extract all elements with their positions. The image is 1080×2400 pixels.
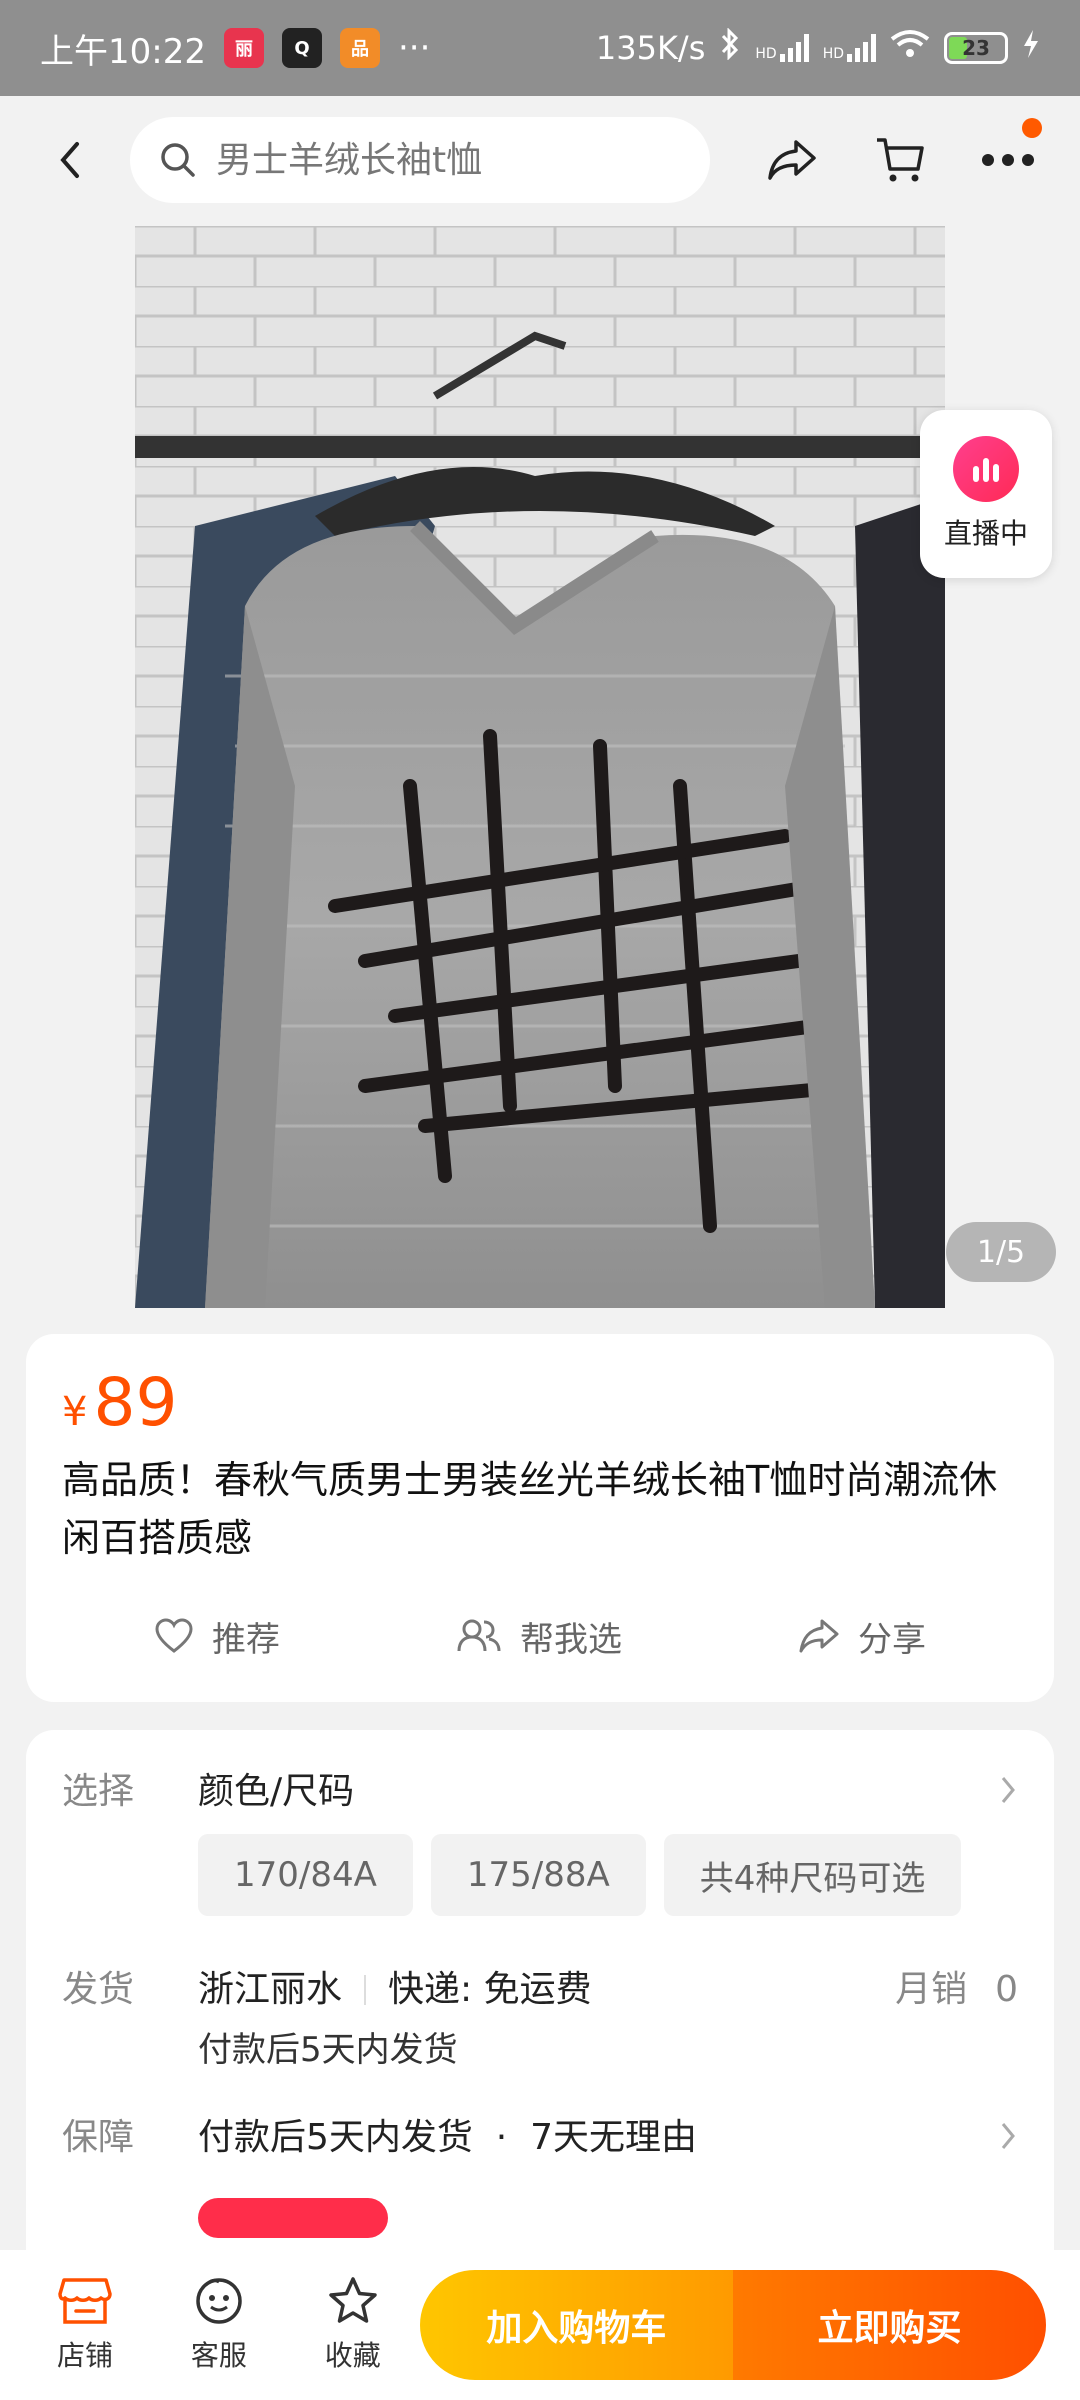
select-label: 选择: [62, 1771, 135, 1812]
divider: [364, 1975, 367, 2005]
status-left: 上午10:22 丽 Q 品 ···: [40, 24, 430, 73]
signal-icon-1: HD: [755, 34, 809, 62]
add-to-cart-button[interactable]: 加入购物车: [419, 2270, 733, 2380]
favorite-tab[interactable]: 收藏: [286, 2276, 420, 2374]
share-label: 分享: [858, 1619, 926, 1660]
bluetooth-icon: [719, 27, 741, 68]
size-chip-more[interactable]: 共4种尺码可选: [663, 1834, 962, 1916]
live-stream-button[interactable]: 直播中: [920, 410, 1052, 578]
status-app-icon-1: 丽: [223, 28, 264, 68]
share-button[interactable]: [760, 128, 824, 192]
more-button[interactable]: [976, 118, 1042, 192]
service-tab[interactable]: 客服: [152, 2276, 286, 2374]
nav-icons: [760, 118, 1042, 192]
image-page-indicator: 1/5: [946, 1222, 1056, 1282]
battery-icon: 23: [944, 32, 1008, 64]
more-dots-icon: [982, 154, 1034, 166]
star-icon: [329, 2277, 377, 2323]
promo-row[interactable]: [62, 2198, 1018, 2238]
size-chip-175[interactable]: 175/88A: [430, 1834, 646, 1916]
customer-service-icon: [196, 2278, 242, 2324]
status-app-icon-3: 品: [339, 28, 380, 68]
monthly-label: 月销: [895, 1969, 968, 2010]
ship-from: 浙江丽水: [198, 1969, 343, 2010]
ship-method: 快递: 免运费: [388, 1969, 592, 2010]
status-time: 上午10:22: [40, 31, 206, 72]
live-bars-icon: [953, 436, 1019, 502]
favorite-label: 收藏: [324, 2339, 381, 2372]
action-row: 推荐 帮我选 分享: [26, 1596, 1054, 1676]
recommend-label: 推荐: [212, 1619, 280, 1660]
status-right: 135K/s HD HD 23: [595, 27, 1040, 68]
monthly-value: 0: [995, 1969, 1018, 2010]
ship-time: 付款后5天内发货: [198, 2030, 458, 2070]
share-arrow-icon: [768, 140, 816, 180]
search-box[interactable]: [130, 117, 710, 203]
network-speed: 135K/s: [595, 29, 706, 67]
signal-icon-2: HD: [823, 34, 876, 62]
nav-bar: [0, 96, 1080, 224]
cart-button[interactable]: [868, 128, 932, 192]
hd-label-1: HD: [755, 46, 777, 62]
shop-label: 店铺: [56, 2339, 113, 2372]
monthly-sales: 月销 0: [895, 1964, 1018, 2016]
product-title: 高品质！春秋气质男士男装丝光羊绒长袖T恤时尚潮流休闲百搭质感: [62, 1458, 998, 1560]
cart-icon: [877, 138, 924, 182]
service-label: 客服: [190, 2339, 247, 2372]
status-more: ···: [397, 28, 431, 68]
charging-icon: [1022, 29, 1040, 67]
chevron-right-icon: [1001, 2123, 1015, 2149]
shipping-row: 发货 浙江丽水 快递: 免运费 月销 0 付款后5天内发货: [62, 1964, 1018, 2076]
guarantee-row[interactable]: 保障 付款后5天内发货 · 7天无理由: [62, 2112, 1018, 2164]
battery-level: 23: [962, 36, 990, 60]
shop-icon: [58, 2278, 112, 2324]
product-image[interactable]: [135, 226, 945, 1308]
select-value: 颜色/尺码: [198, 1771, 355, 1812]
heart-icon: [155, 1618, 193, 1653]
price: ¥ 89: [62, 1364, 1018, 1441]
recommend-button[interactable]: 推荐: [154, 1612, 280, 1661]
search-input[interactable]: [216, 139, 676, 181]
chevron-right-icon: [1001, 1777, 1015, 1803]
cta-group: 加入购物车 立即购买: [419, 2270, 1047, 2380]
guarantee-label: 保障: [62, 2117, 135, 2158]
guarantee-value: 付款后5天内发货 · 7天无理由: [198, 2117, 698, 2158]
search-icon: [161, 143, 195, 177]
share-arrow-icon: [799, 1619, 839, 1653]
help-choose-button[interactable]: 帮我选: [456, 1612, 622, 1661]
status-bar: 上午10:22 丽 Q 品 ··· 135K/s HD HD 23: [0, 0, 1080, 96]
promo-tag: [198, 2198, 388, 2238]
price-value: 89: [93, 1364, 178, 1441]
people-icon: [457, 1619, 501, 1652]
bottom-action-bar: 店铺 客服 收藏 加入购物车 立即购买: [0, 2250, 1080, 2400]
share-product-button[interactable]: 分享: [798, 1612, 926, 1661]
chevron-left-icon: [60, 142, 79, 178]
back-button[interactable]: [30, 120, 110, 200]
notification-dot: [1022, 118, 1042, 138]
shop-tab[interactable]: 店铺: [18, 2276, 152, 2374]
details-card: 选择 颜色/尺码 170/84A 175/88A 共4种尺码可选 发货 浙江丽水…: [26, 1730, 1054, 2290]
hd-label-2: HD: [822, 46, 844, 62]
live-label: 直播中: [943, 517, 1028, 550]
ship-label: 发货: [62, 1969, 135, 2010]
wifi-icon: [890, 29, 930, 67]
price-card: ¥ 89 高品质！春秋气质男士男装丝光羊绒长袖T恤时尚潮流休闲百搭质感 推荐 帮…: [26, 1334, 1054, 1702]
status-app-icon-2: Q: [281, 28, 322, 68]
help-choose-label: 帮我选: [520, 1619, 622, 1660]
buy-now-button[interactable]: 立即购买: [732, 2270, 1047, 2380]
currency-symbol: ¥: [62, 1389, 88, 1435]
select-row[interactable]: 选择 颜色/尺码: [62, 1766, 1018, 1818]
size-chip-170[interactable]: 170/84A: [198, 1834, 413, 1916]
ship-line: 浙江丽水 快递: 免运费 月销 0: [198, 1964, 1018, 2016]
product-photo: [135, 226, 945, 1308]
ship-body: 浙江丽水 快递: 免运费 月销 0 付款后5天内发货: [198, 1964, 1018, 2076]
size-chips: 170/84A 175/88A 共4种尺码可选: [198, 1834, 1018, 1916]
